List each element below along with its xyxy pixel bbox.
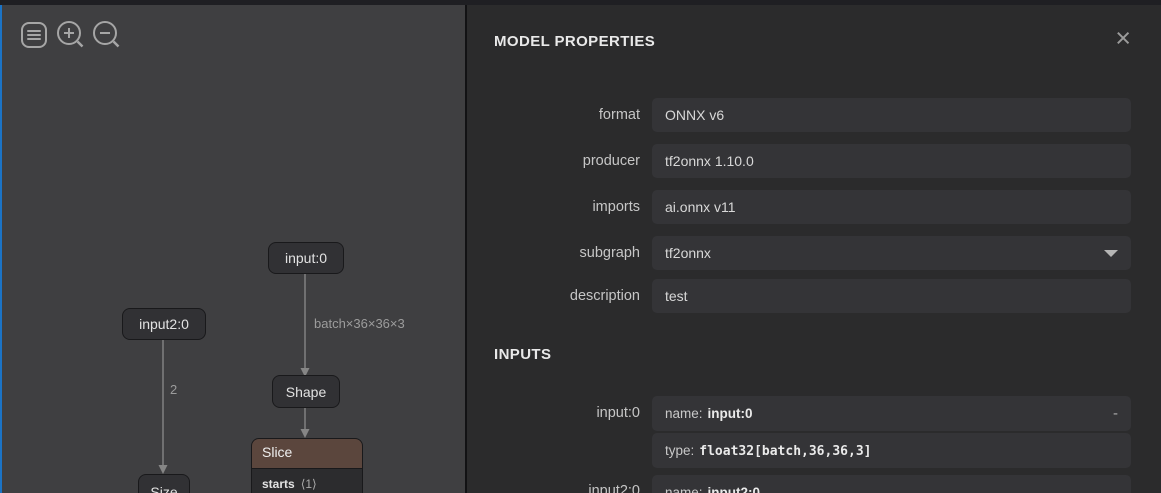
io-name-value: input2:0 xyxy=(708,485,761,493)
field-row-subgraph: subgraph tf2onnx xyxy=(467,236,1161,270)
io-key: type: xyxy=(665,443,694,458)
field-row-producer: producer tf2onnx 1.10.0 xyxy=(467,144,1161,178)
field-label-imports: imports xyxy=(467,190,640,224)
properties-sidebar: MODEL PROPERTIES × format ONNX v6 produc… xyxy=(467,5,1161,493)
field-label-subgraph: subgraph xyxy=(467,236,640,270)
attribute-name: starts xyxy=(262,477,295,491)
zoom-in-button[interactable] xyxy=(56,20,86,50)
graph-node-input0[interactable]: input:0 xyxy=(268,242,344,274)
format-value: ONNX v6 xyxy=(652,98,1131,132)
graph-node-size[interactable]: Size xyxy=(138,474,190,493)
graph-node-shape[interactable]: Shape xyxy=(272,375,340,408)
graph-node-label: input2:0 xyxy=(139,316,189,332)
graph-canvas[interactable]: input:0 input2:0 Shape Slice starts ⟨1⟩ S… xyxy=(2,5,465,493)
collapse-toggle[interactable]: - xyxy=(1113,396,1118,431)
inputs-section-title: INPUTS xyxy=(494,346,551,363)
producer-value: tf2onnx 1.10.0 xyxy=(652,144,1131,178)
panel-title: MODEL PROPERTIES xyxy=(494,33,655,50)
edge-label-shape: batch×36×36×3 xyxy=(314,316,405,331)
io-label-input2: input2:0 xyxy=(467,483,640,493)
graph-node-label: input:0 xyxy=(285,250,327,266)
imports-value: ai.onnx v11 xyxy=(652,190,1131,224)
window-top-strip xyxy=(0,0,1161,5)
graph-node-label: Size xyxy=(150,484,177,493)
edge-label-size: 2 xyxy=(170,382,177,397)
input0-type-row: type: float32[batch,36,36,3] xyxy=(652,433,1131,468)
graph-node-attributes: starts ⟨1⟩ xyxy=(251,468,363,493)
field-row-imports: imports ai.onnx v11 xyxy=(467,190,1161,224)
graph-node-slice[interactable]: Slice starts ⟨1⟩ xyxy=(251,438,363,493)
graph-node-input2[interactable]: input2:0 xyxy=(122,308,206,340)
zoom-out-icon xyxy=(92,38,122,53)
input2-name-row: name: input2:0 xyxy=(652,475,1131,493)
close-icon[interactable]: × xyxy=(1115,25,1131,52)
field-row-format: format ONNX v6 xyxy=(467,98,1161,132)
field-value: ai.onnx v11 xyxy=(665,199,736,215)
input0-name-row: name: input:0 - xyxy=(652,396,1131,431)
field-row-description: description test xyxy=(467,279,1161,313)
io-key: name: xyxy=(665,406,703,421)
io-name-value: input:0 xyxy=(708,406,753,421)
field-label-producer: producer xyxy=(467,144,640,178)
menu-button[interactable] xyxy=(20,21,48,49)
subgraph-select[interactable]: tf2onnx xyxy=(652,236,1131,270)
zoom-in-icon xyxy=(56,38,86,53)
field-value: ONNX v6 xyxy=(665,107,724,123)
window-accent-strip xyxy=(0,5,2,493)
graph-node-label: Shape xyxy=(286,384,326,400)
field-value: test xyxy=(665,288,688,304)
description-input[interactable]: test xyxy=(652,279,1131,313)
graph-edges xyxy=(2,5,465,493)
zoom-out-button[interactable] xyxy=(92,20,122,50)
field-value: tf2onnx 1.10.0 xyxy=(665,153,754,169)
field-value: tf2onnx xyxy=(665,245,711,261)
io-label-input0: input:0 xyxy=(467,405,640,421)
chevron-down-icon[interactable] xyxy=(1104,250,1118,257)
field-label-format: format xyxy=(467,98,640,132)
attribute-value: ⟨1⟩ xyxy=(301,477,317,491)
menu-icon xyxy=(20,37,48,52)
field-label-description: description xyxy=(467,279,640,313)
io-type-value: float32[batch,36,36,3] xyxy=(699,444,871,459)
io-key: name: xyxy=(665,485,703,493)
graph-node-header: Slice xyxy=(251,438,363,468)
